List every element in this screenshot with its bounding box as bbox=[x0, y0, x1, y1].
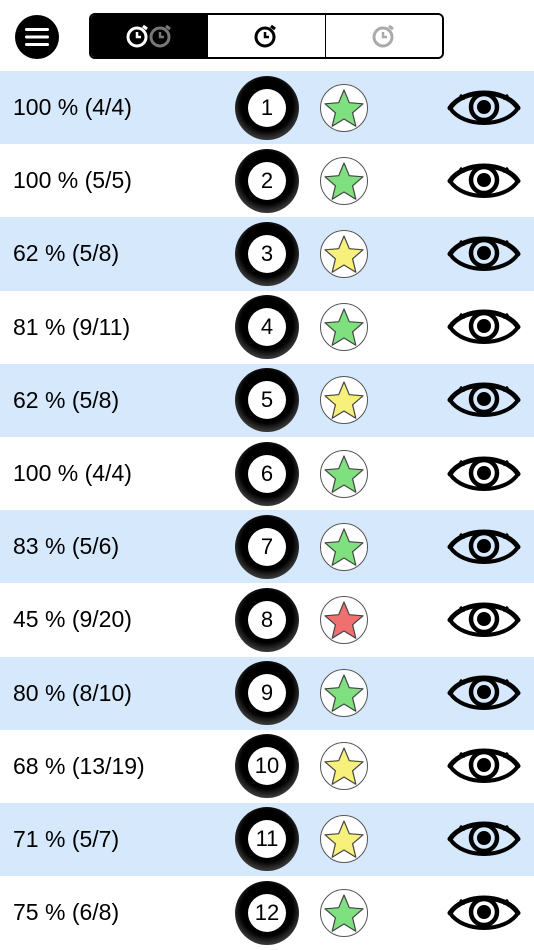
segment-no-timer[interactable] bbox=[325, 15, 442, 57]
score-percent: 68 % (13/19) bbox=[13, 752, 145, 779]
list-item[interactable]: 100 % (4/4) 6 bbox=[0, 437, 534, 510]
level-number-badge[interactable]: 5 bbox=[235, 368, 299, 433]
star-yellow-icon bbox=[320, 376, 368, 425]
level-number-badge[interactable]: 11 bbox=[235, 807, 299, 872]
list-item[interactable]: 62 % (5/8) 5 bbox=[0, 363, 534, 437]
eye-icon[interactable] bbox=[447, 817, 521, 861]
list-item[interactable]: 68 % (13/19) 10 bbox=[0, 730, 534, 803]
list-item[interactable]: 80 % (8/10) 9 bbox=[0, 656, 534, 730]
eye-icon[interactable] bbox=[447, 305, 521, 349]
level-number-badge[interactable]: 8 bbox=[235, 587, 299, 652]
list-item[interactable]: 83 % (5/6) 7 bbox=[0, 510, 534, 584]
eye-icon[interactable] bbox=[447, 232, 521, 276]
level-number: 6 bbox=[248, 454, 286, 493]
star-green-icon bbox=[320, 303, 368, 352]
star-yellow-icon bbox=[320, 742, 368, 791]
eye-icon[interactable] bbox=[447, 452, 521, 496]
eye-icon[interactable] bbox=[447, 891, 521, 935]
score-percent: 83 % (5/6) bbox=[13, 533, 120, 560]
eye-icon[interactable] bbox=[447, 86, 521, 130]
star-yellow-icon bbox=[320, 815, 368, 864]
hamburger-menu-icon[interactable] bbox=[15, 15, 59, 59]
star-green-icon bbox=[320, 83, 368, 132]
double-alarm-clock-icon bbox=[126, 24, 172, 48]
level-number-badge[interactable]: 2 bbox=[235, 148, 299, 213]
top-toolbar bbox=[0, 0, 534, 70]
level-number: 7 bbox=[248, 527, 286, 566]
score-percent: 100 % (4/4) bbox=[13, 94, 132, 121]
list-item[interactable]: 100 % (5/5) 2 bbox=[0, 144, 534, 217]
list-item[interactable]: 71 % (5/7) 11 bbox=[0, 802, 534, 877]
level-number-badge[interactable]: 12 bbox=[235, 880, 299, 945]
level-number: 5 bbox=[248, 381, 286, 420]
score-percent: 100 % (4/4) bbox=[13, 460, 132, 487]
segment-single-timer[interactable] bbox=[208, 15, 326, 57]
score-percent: 62 % (5/8) bbox=[13, 240, 120, 267]
level-number-badge[interactable]: 3 bbox=[235, 221, 299, 286]
level-number-badge[interactable]: 7 bbox=[235, 514, 299, 579]
eye-icon[interactable] bbox=[447, 159, 521, 203]
list-item[interactable]: 100 % (4/4) 1 bbox=[0, 71, 534, 145]
score-percent: 100 % (5/5) bbox=[13, 167, 132, 194]
mode-segmented-control bbox=[89, 13, 444, 59]
level-number-badge[interactable]: 10 bbox=[235, 734, 299, 799]
level-number-badge[interactable]: 1 bbox=[235, 75, 299, 140]
level-number: 8 bbox=[248, 600, 286, 639]
star-green-icon bbox=[320, 888, 368, 937]
level-number: 12 bbox=[248, 893, 286, 932]
score-percent: 45 % (9/20) bbox=[13, 606, 132, 633]
level-number: 2 bbox=[248, 161, 286, 200]
eye-icon[interactable] bbox=[447, 671, 521, 715]
alarm-clock-icon bbox=[254, 24, 277, 48]
star-green-icon bbox=[320, 522, 368, 571]
level-number: 3 bbox=[248, 234, 286, 273]
star-green-icon bbox=[320, 449, 368, 498]
level-number-badge[interactable]: 6 bbox=[235, 441, 299, 506]
score-percent: 75 % (6/8) bbox=[13, 899, 120, 926]
star-red-icon bbox=[320, 595, 368, 644]
alarm-clock-gray-icon bbox=[372, 24, 394, 48]
score-percent: 71 % (5/7) bbox=[13, 825, 120, 852]
star-yellow-icon bbox=[320, 229, 368, 278]
score-percent: 80 % (8/10) bbox=[13, 679, 132, 706]
eye-icon[interactable] bbox=[447, 598, 521, 642]
eye-icon[interactable] bbox=[447, 378, 521, 422]
eye-icon[interactable] bbox=[447, 525, 521, 569]
level-number: 9 bbox=[248, 674, 286, 713]
score-percent: 62 % (5/8) bbox=[13, 386, 120, 413]
list-item[interactable]: 45 % (9/20) 8 bbox=[0, 583, 534, 656]
star-green-icon bbox=[320, 156, 368, 205]
level-number-badge[interactable]: 4 bbox=[235, 295, 299, 360]
score-percent: 81 % (9/11) bbox=[13, 313, 131, 340]
level-list: 100 % (4/4) 1 100 % (5/5) 2 62 % (5/8) 3… bbox=[0, 71, 534, 949]
level-number: 10 bbox=[248, 747, 286, 786]
segment-double-timer[interactable] bbox=[91, 15, 209, 57]
level-number: 1 bbox=[248, 88, 286, 127]
level-number: 4 bbox=[248, 308, 286, 347]
level-number: 11 bbox=[248, 820, 286, 859]
list-item[interactable]: 81 % (9/11) 4 bbox=[0, 291, 534, 364]
level-number-badge[interactable]: 9 bbox=[235, 661, 299, 726]
list-item[interactable]: 62 % (5/8) 3 bbox=[0, 217, 534, 291]
star-green-icon bbox=[320, 669, 368, 718]
list-item[interactable]: 75 % (6/8) 12 bbox=[0, 876, 534, 949]
eye-icon[interactable] bbox=[447, 744, 521, 788]
